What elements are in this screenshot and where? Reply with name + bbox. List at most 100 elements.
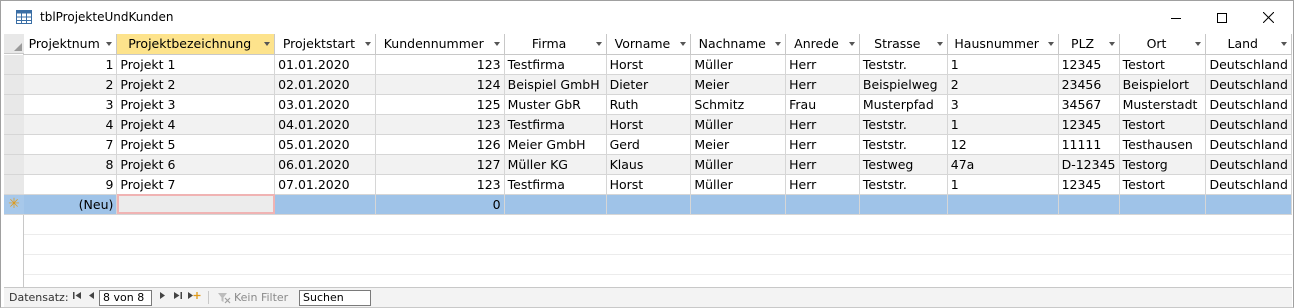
table-cell[interactable]: Deutschland xyxy=(1205,74,1292,95)
table-cell[interactable]: 07.01.2020 xyxy=(274,174,376,195)
table-cell[interactable] xyxy=(1058,194,1120,215)
table-cell[interactable]: Müller KG xyxy=(504,154,607,175)
dropdown-arrow-icon[interactable] xyxy=(264,42,271,46)
previous-record-button[interactable] xyxy=(85,291,97,305)
table-cell[interactable]: Herr xyxy=(785,174,860,195)
table-cell[interactable]: Projekt 3 xyxy=(116,94,276,115)
table-cell[interactable]: 3 xyxy=(947,94,1059,115)
table-cell[interactable]: Herr xyxy=(785,154,860,175)
table-cell[interactable]: Testort xyxy=(1119,174,1207,195)
table-cell[interactable]: Beispiel GmbH xyxy=(504,74,607,95)
table-cell[interactable]: Herr xyxy=(785,54,860,75)
table-cell[interactable] xyxy=(1119,194,1207,215)
column-header-12[interactable]: Land xyxy=(1205,34,1292,55)
table-cell[interactable]: 3 xyxy=(24,94,118,115)
table-cell[interactable]: Muster GbR xyxy=(504,94,607,115)
table-cell[interactable]: 2 xyxy=(24,74,118,95)
record-selector[interactable] xyxy=(4,95,24,115)
select-all-corner[interactable] xyxy=(4,34,24,54)
table-cell[interactable]: Projekt 4 xyxy=(116,114,276,135)
table-cell[interactable]: Horst xyxy=(606,174,692,195)
column-header-6[interactable]: Nachname xyxy=(690,34,787,55)
table-cell[interactable]: Teststr. xyxy=(859,114,948,135)
record-selector[interactable] xyxy=(4,135,24,155)
table-cell[interactable]: Deutschland xyxy=(1205,134,1292,155)
table-cell[interactable]: 12345 xyxy=(1058,174,1120,195)
table-cell[interactable]: Beispielort xyxy=(1119,74,1207,95)
table-cell[interactable]: Projekt 2 xyxy=(116,74,276,95)
table-cell[interactable]: Testweg xyxy=(859,154,948,175)
table-cell[interactable] xyxy=(785,194,860,215)
table-cell[interactable]: Meier GmbH xyxy=(504,134,607,155)
dropdown-arrow-icon[interactable] xyxy=(106,42,113,46)
table-cell[interactable]: 12345 xyxy=(1058,54,1120,75)
table-cell[interactable]: Deutschland xyxy=(1205,94,1292,115)
table-cell[interactable]: 34567 xyxy=(1058,94,1120,115)
table-cell[interactable]: 03.01.2020 xyxy=(274,94,376,115)
record-selector[interactable] xyxy=(4,75,24,95)
active-cell[interactable] xyxy=(116,194,276,215)
table-cell[interactable]: Projekt 6 xyxy=(116,154,276,175)
table-cell[interactable]: 06.01.2020 xyxy=(274,154,376,175)
table-cell[interactable]: 01.01.2020 xyxy=(274,54,376,75)
table-cell[interactable]: Testhausen xyxy=(1119,134,1207,155)
table-cell[interactable]: 0 xyxy=(375,194,505,215)
record-selector[interactable] xyxy=(4,115,24,135)
dropdown-arrow-icon[interactable] xyxy=(1047,42,1054,46)
table-cell[interactable]: Müller xyxy=(690,114,787,135)
table-cell[interactable] xyxy=(1205,194,1292,215)
dropdown-arrow-icon[interactable] xyxy=(595,42,602,46)
dropdown-arrow-icon[interactable] xyxy=(493,42,500,46)
table-cell[interactable]: Testfirma xyxy=(504,114,607,135)
table-cell[interactable]: Musterstadt xyxy=(1119,94,1207,115)
table-cell[interactable]: Müller xyxy=(690,154,787,175)
table-cell[interactable]: Herr xyxy=(785,114,860,135)
table-cell[interactable]: Horst xyxy=(606,54,692,75)
table-cell[interactable]: 12 xyxy=(947,134,1059,155)
dropdown-arrow-icon[interactable] xyxy=(364,42,371,46)
dropdown-arrow-icon[interactable] xyxy=(936,42,943,46)
table-cell[interactable] xyxy=(859,194,948,215)
table-cell[interactable]: 47a xyxy=(947,154,1059,175)
minimize-button[interactable] xyxy=(1153,1,1199,34)
table-cell[interactable]: 2 xyxy=(947,74,1059,95)
table-cell[interactable]: Beispielweg xyxy=(859,74,948,95)
table-cell[interactable]: Teststr. xyxy=(859,174,948,195)
column-header-11[interactable]: Ort xyxy=(1119,34,1207,55)
column-header-8[interactable]: Strasse xyxy=(859,34,948,55)
table-cell[interactable]: 1 xyxy=(947,114,1059,135)
table-cell[interactable]: 04.01.2020 xyxy=(274,114,376,135)
search-input[interactable]: Suchen xyxy=(299,290,371,306)
table-cell[interactable]: 7 xyxy=(24,134,118,155)
dropdown-arrow-icon[interactable] xyxy=(1195,42,1202,46)
column-header-2[interactable]: Projektstart xyxy=(274,34,376,55)
table-cell[interactable]: Dieter xyxy=(606,74,692,95)
record-selector[interactable] xyxy=(4,175,24,195)
table-cell[interactable] xyxy=(274,194,376,215)
table-cell[interactable]: 23456 xyxy=(1058,74,1120,95)
table-cell[interactable]: Müller xyxy=(690,54,787,75)
column-header-7[interactable]: Anrede xyxy=(785,34,860,55)
table-cell[interactable]: (Neu) xyxy=(24,194,118,215)
table-cell[interactable]: 123 xyxy=(375,174,505,195)
table-cell[interactable]: Teststr. xyxy=(859,134,948,155)
table-cell[interactable]: 12345 xyxy=(1058,114,1120,135)
table-cell[interactable]: 1 xyxy=(24,54,118,75)
table-cell[interactable]: Projekt 5 xyxy=(116,134,276,155)
new-record-button[interactable] xyxy=(186,291,202,305)
table-cell[interactable]: Deutschland xyxy=(1205,154,1292,175)
table-cell[interactable]: Horst xyxy=(606,114,692,135)
table-cell[interactable]: 9 xyxy=(24,174,118,195)
column-header-9[interactable]: Hausnummer xyxy=(947,34,1059,55)
table-cell[interactable]: 1 xyxy=(947,174,1059,195)
table-cell[interactable]: 125 xyxy=(375,94,505,115)
table-cell[interactable]: Testfirma xyxy=(504,54,607,75)
column-header-3[interactable]: Kundennummer xyxy=(375,34,505,55)
table-cell[interactable]: Frau xyxy=(785,94,860,115)
table-cell[interactable]: Projekt 1 xyxy=(116,54,276,75)
table-cell[interactable]: Testort xyxy=(1119,114,1207,135)
column-header-10[interactable]: PLZ xyxy=(1058,34,1120,55)
column-header-4[interactable]: Firma xyxy=(504,34,607,55)
table-cell[interactable]: Schmitz xyxy=(690,94,787,115)
table-cell[interactable]: Teststr. xyxy=(859,54,948,75)
